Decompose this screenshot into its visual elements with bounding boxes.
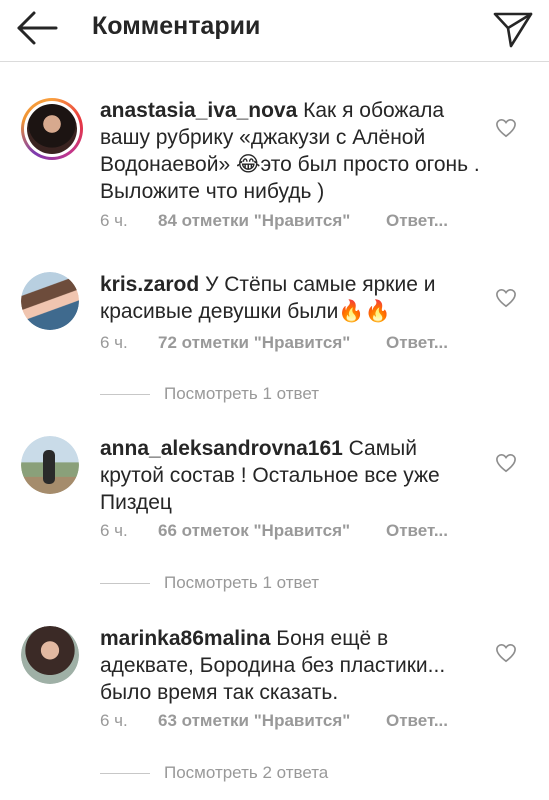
comment-username[interactable]: marinka86malina xyxy=(100,627,270,650)
divider xyxy=(100,773,150,775)
comment-time: 6 ч. xyxy=(100,211,128,230)
divider xyxy=(100,394,150,396)
view-replies-label: Посмотреть 1 ответ xyxy=(164,384,320,403)
heart-icon[interactable] xyxy=(495,118,517,138)
heart-icon[interactable] xyxy=(495,643,517,663)
avatar[interactable] xyxy=(21,626,79,684)
avatar[interactable] xyxy=(21,272,79,330)
comment-meta: 6 ч. 63 отметки "Нравится" Ответ... xyxy=(100,711,448,731)
heart-icon[interactable] xyxy=(495,288,517,308)
reply-button[interactable]: Ответ... xyxy=(386,711,448,730)
share-button[interactable] xyxy=(491,6,535,50)
reply-button[interactable]: Ответ... xyxy=(386,333,448,352)
page-title: Комментарии xyxy=(92,12,261,40)
comment-meta: 6 ч. 66 отметок "Нравится" Ответ... xyxy=(100,521,448,541)
view-replies-link[interactable]: Посмотреть 1 ответ xyxy=(100,384,319,404)
view-replies-label: Посмотреть 2 ответа xyxy=(164,763,329,782)
comment-time: 6 ч. xyxy=(100,711,128,730)
comment-username[interactable]: kris.zarod xyxy=(100,273,199,296)
reply-button[interactable]: Ответ... xyxy=(386,521,448,540)
divider xyxy=(100,583,150,585)
paper-plane-icon xyxy=(493,12,533,48)
likes-link[interactable]: 72 отметки "Нравится" xyxy=(158,333,386,353)
avatar[interactable] xyxy=(21,436,79,494)
arrow-left-icon xyxy=(17,11,58,45)
comment-username[interactable]: anastasia_iva_nova xyxy=(100,99,297,122)
comment-meta: 6 ч. 84 отметки "Нравится" Ответ... xyxy=(100,211,448,231)
comment-time: 6 ч. xyxy=(100,521,128,540)
likes-link[interactable]: 84 отметки "Нравится" xyxy=(158,211,386,231)
comment-time: 6 ч. xyxy=(100,333,128,352)
likes-link[interactable]: 66 отметок "Нравится" xyxy=(158,521,386,541)
view-replies-label: Посмотреть 1 ответ xyxy=(164,573,320,592)
comment-meta: 6 ч. 72 отметки "Нравится" Ответ... xyxy=(100,333,448,353)
view-replies-link[interactable]: Посмотреть 1 ответ xyxy=(100,573,319,593)
comment-username[interactable]: anna_aleksandrovna161 xyxy=(100,437,343,460)
avatar[interactable] xyxy=(21,98,83,160)
header-bar: Комментарии xyxy=(0,0,549,62)
back-button[interactable] xyxy=(14,8,60,48)
view-replies-link[interactable]: Посмотреть 2 ответа xyxy=(100,763,328,783)
reply-button[interactable]: Ответ... xyxy=(386,211,448,230)
heart-icon[interactable] xyxy=(495,453,517,473)
likes-link[interactable]: 63 отметки "Нравится" xyxy=(158,711,386,731)
